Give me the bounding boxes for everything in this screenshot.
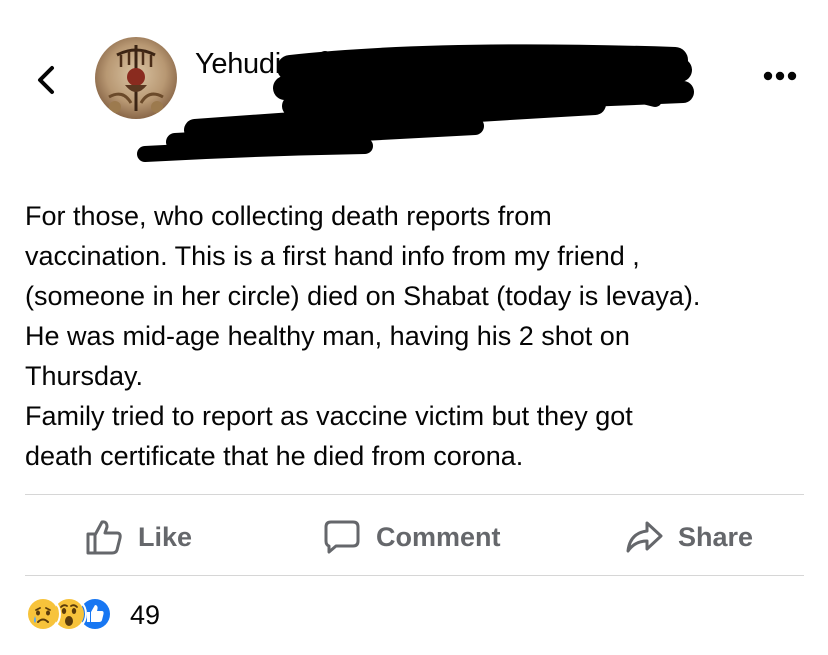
comment-button[interactable]: Comment: [322, 512, 501, 562]
post-line: Thursday.: [25, 361, 144, 391]
reaction-summary[interactable]: [25, 596, 135, 636]
comment-label: Comment: [376, 521, 501, 552]
post-line: vaccination. This is a first hand info f…: [25, 241, 640, 271]
post-line: For those, who collecting death reports …: [25, 201, 552, 231]
like-label: Like: [138, 521, 193, 552]
chevron-left-icon: [38, 66, 54, 94]
sad-reaction-icon: [25, 596, 61, 632]
share-label: Share: [678, 521, 754, 552]
post-line: Family tried to report as vaccine victim…: [25, 401, 633, 431]
reaction-count[interactable]: 49: [130, 600, 160, 631]
thumbs-up-icon: [86, 520, 122, 555]
like-button[interactable]: Like: [84, 512, 192, 562]
redaction-scribble: [137, 44, 694, 162]
post-line: death certificate that he died from coro…: [25, 441, 524, 471]
post-text: For those, who collecting death reports …: [25, 196, 815, 476]
divider: [25, 494, 804, 495]
post-line: He was mid-age healthy man, having his 2…: [25, 321, 630, 351]
comment-icon: [324, 520, 360, 554]
share-button[interactable]: Share: [624, 512, 753, 562]
more-options-button[interactable]: [760, 68, 800, 84]
post-line: (someone in her circle) died on Shabat (…: [25, 281, 701, 311]
more-options-icon: [763, 71, 797, 81]
back-button[interactable]: [30, 60, 62, 100]
share-icon: [626, 521, 663, 553]
divider: [25, 575, 804, 576]
